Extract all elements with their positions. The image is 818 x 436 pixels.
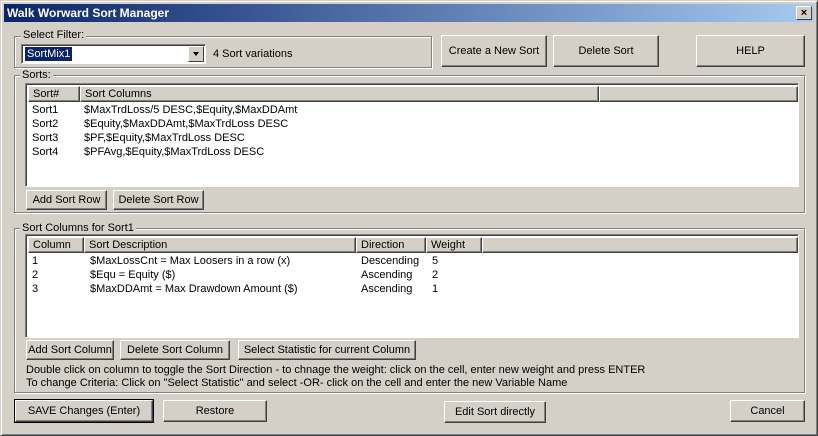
help-button[interactable]: HELP bbox=[696, 35, 805, 67]
column-header-column[interactable]: Column bbox=[28, 237, 84, 253]
select-statistic-button[interactable]: Select Statistic for current Column bbox=[238, 340, 416, 360]
sort-columns-text: $MaxTrdLoss/5 DESC,$Equity,$MaxDDAmt bbox=[84, 104, 298, 116]
add-sort-column-label: Add Sort Column bbox=[28, 344, 112, 356]
create-new-sort-label: Create a New Sort bbox=[448, 45, 540, 57]
sort-id: Sort3 bbox=[32, 132, 59, 144]
add-sort-column-button[interactable]: Add Sort Column bbox=[26, 340, 114, 360]
help-text-line-2: To change Criteria: Click on "Select Sta… bbox=[26, 377, 568, 389]
sort-row-3[interactable]: Sort3 $PF,$Equity,$MaxTrdLoss DESC bbox=[28, 131, 796, 145]
help-text-line-1: Double click on column to toggle the Sor… bbox=[26, 364, 646, 376]
restore-label: Restore bbox=[195, 405, 235, 417]
add-sort-row-label: Add Sort Row bbox=[32, 194, 101, 206]
close-icon[interactable]: × bbox=[796, 6, 812, 20]
sorts-list-header: Sort# Sort Columns bbox=[28, 86, 798, 102]
sort-direction: Descending bbox=[361, 255, 420, 267]
delete-sort-column-button[interactable]: Delete Sort Column bbox=[120, 340, 230, 360]
column-header-sort-columns[interactable]: Sort Columns bbox=[80, 86, 599, 102]
column-header-sort-description[interactable]: Sort Description bbox=[84, 237, 356, 253]
select-filter-label: Select Filter: bbox=[21, 29, 87, 41]
sort-id: Sort1 bbox=[32, 104, 59, 116]
sort-weight: 5 bbox=[432, 255, 439, 267]
restore-button[interactable]: Restore bbox=[163, 400, 267, 422]
sort-description: $MaxLossCnt = Max Loosers in a row (x) bbox=[90, 255, 291, 267]
sort-direction: Ascending bbox=[361, 269, 413, 281]
sort-columns-list-header: Column Sort Description Direction Weight bbox=[28, 237, 798, 253]
select-statistic-label: Select Statistic for current Column bbox=[243, 344, 411, 356]
sort-columns-group-label: Sort Columns for Sort1 bbox=[20, 222, 136, 234]
column-header-blank[interactable] bbox=[482, 237, 798, 253]
column-header-weight[interactable]: Weight bbox=[426, 237, 482, 253]
sort-direction: Ascending bbox=[361, 283, 413, 295]
column-number: 2 bbox=[32, 269, 39, 281]
sort-weight: 2 bbox=[432, 269, 439, 281]
delete-sort-row-label: Delete Sort Row bbox=[118, 194, 199, 206]
sort-column-row-1[interactable]: 1 $MaxLossCnt = Max Loosers in a row (x)… bbox=[28, 254, 796, 268]
column-header-sort-number[interactable]: Sort# bbox=[28, 86, 80, 102]
filter-dropdown[interactable]: SortMix1 bbox=[21, 44, 206, 64]
sort-description: $Equ = Equity ($) bbox=[90, 269, 176, 281]
sort-row-1[interactable]: Sort1 $MaxTrdLoss/5 DESC,$Equity,$MaxDDA… bbox=[28, 103, 796, 117]
sort-columns-text: $PF,$Equity,$MaxTrdLoss DESC bbox=[84, 132, 245, 144]
sort-id: Sort4 bbox=[32, 146, 59, 158]
sort-variation-count: 4 Sort variations bbox=[213, 48, 293, 60]
add-sort-row-button[interactable]: Add Sort Row bbox=[26, 190, 107, 210]
sort-row-2[interactable]: Sort2 $Equity,$MaxDDAmt,$MaxTrdLoss DESC bbox=[28, 117, 796, 131]
edit-sort-directly-button[interactable]: Edit Sort directly bbox=[444, 401, 546, 423]
filter-selected-value: SortMix1 bbox=[25, 47, 73, 61]
sort-weight: 1 bbox=[432, 283, 439, 295]
sorts-group-label: Sorts: bbox=[20, 69, 53, 81]
help-label: HELP bbox=[736, 45, 765, 57]
delete-sort-row-button[interactable]: Delete Sort Row bbox=[113, 190, 204, 210]
column-header-direction[interactable]: Direction bbox=[356, 237, 426, 253]
window-title: Walk Worward Sort Manager bbox=[7, 6, 170, 20]
sort-columns-text: $PFAvg,$Equity,$MaxTrdLoss DESC bbox=[84, 146, 265, 158]
sort-columns-list[interactable]: Column Sort Description Direction Weight… bbox=[25, 234, 799, 338]
sort-description: $MaxDDAmt = Max Drawdown Amount ($) bbox=[90, 283, 298, 295]
save-changes-button[interactable]: SAVE Changes (Enter) bbox=[14, 399, 154, 423]
sort-columns-text: $Equity,$MaxDDAmt,$MaxTrdLoss DESC bbox=[84, 118, 289, 130]
cancel-label: Cancel bbox=[750, 405, 785, 417]
sort-row-4[interactable]: Sort4 $PFAvg,$Equity,$MaxTrdLoss DESC bbox=[28, 145, 796, 159]
edit-sort-directly-label: Edit Sort directly bbox=[454, 406, 536, 418]
sort-id: Sort2 bbox=[32, 118, 59, 130]
sorts-list[interactable]: Sort# Sort Columns Sort1 $MaxTrdLoss/5 D… bbox=[25, 83, 799, 187]
delete-sort-label: Delete Sort bbox=[578, 45, 634, 57]
sort-manager-window: Walk Worward Sort Manager × Select Filte… bbox=[0, 0, 818, 436]
create-new-sort-button[interactable]: Create a New Sort bbox=[441, 35, 547, 67]
chevron-down-icon[interactable] bbox=[188, 46, 204, 62]
delete-sort-column-label: Delete Sort Column bbox=[127, 344, 223, 356]
sort-column-row-3[interactable]: 3 $MaxDDAmt = Max Drawdown Amount ($) As… bbox=[28, 282, 796, 296]
cancel-button[interactable]: Cancel bbox=[730, 400, 805, 422]
column-header-blank[interactable] bbox=[599, 86, 798, 102]
column-number: 3 bbox=[32, 283, 39, 295]
title-bar[interactable]: Walk Worward Sort Manager × bbox=[4, 4, 814, 22]
column-number: 1 bbox=[32, 255, 39, 267]
save-changes-label: SAVE Changes (Enter) bbox=[27, 405, 141, 417]
sort-column-row-2[interactable]: 2 $Equ = Equity ($) Ascending 2 bbox=[28, 268, 796, 282]
delete-sort-button[interactable]: Delete Sort bbox=[553, 35, 659, 67]
